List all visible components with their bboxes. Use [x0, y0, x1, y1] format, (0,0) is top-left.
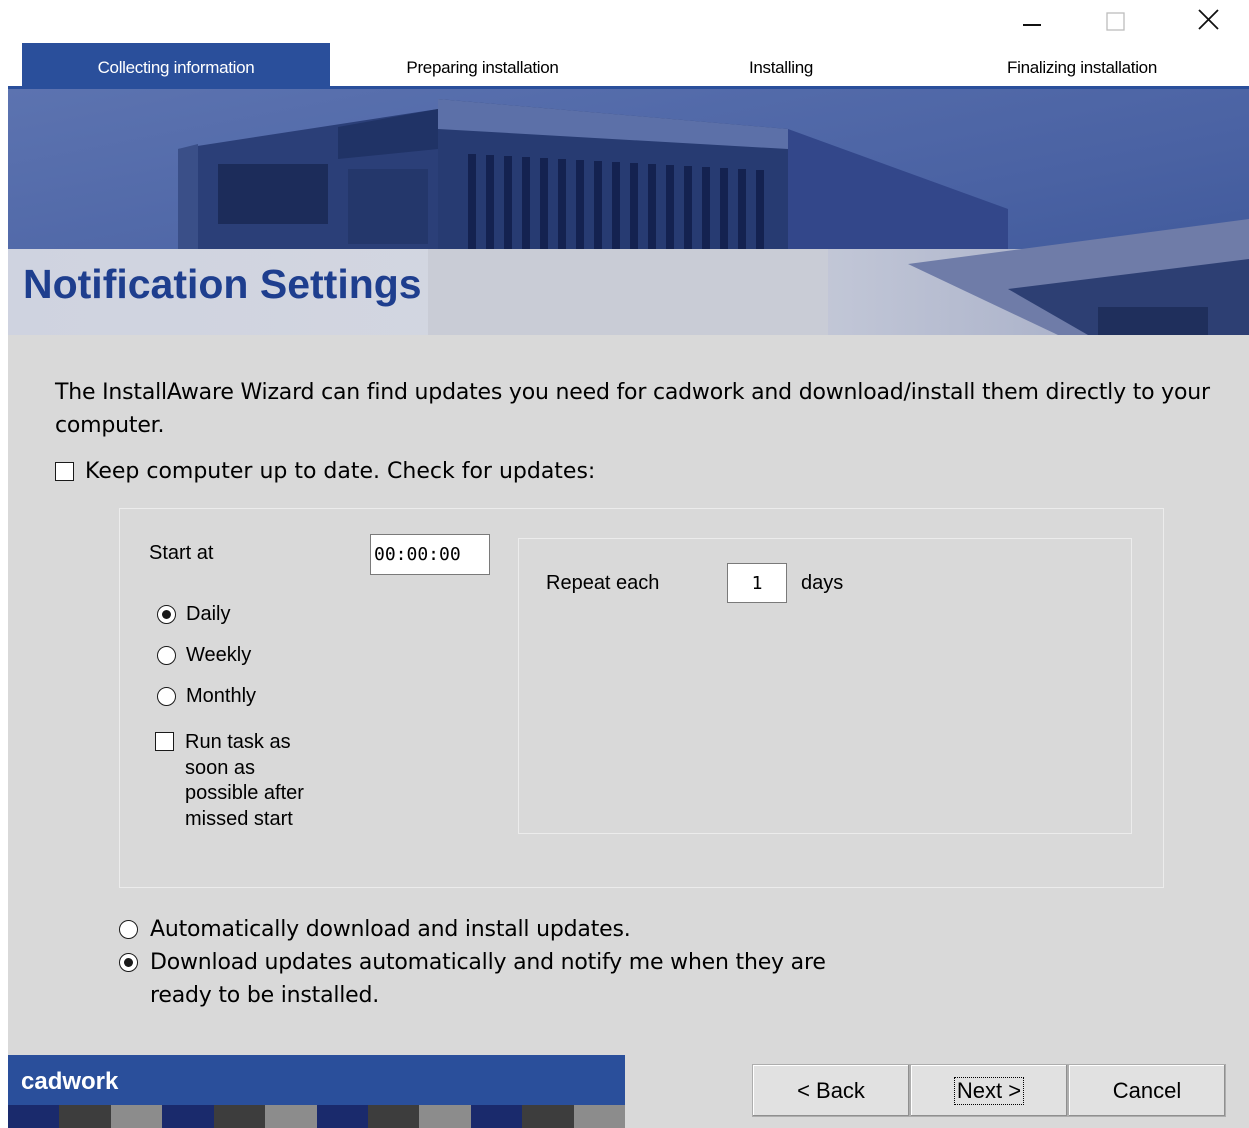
- step-preparing-installation: Preparing installation: [406, 58, 559, 77]
- run-missed-label: Run task as soon as possible after misse…: [185, 731, 304, 830]
- keep-updated-checkbox[interactable]: [55, 462, 74, 481]
- start-at-value: 00:00:00: [374, 544, 461, 565]
- cancel-button[interactable]: Cancel: [1068, 1064, 1226, 1117]
- title-bar: [0, 0, 1249, 43]
- frequency-daily-option[interactable]: Daily: [157, 603, 230, 626]
- maximize-icon: [1106, 12, 1125, 31]
- brand-stripe: [8, 1105, 626, 1128]
- days-label: days: [801, 572, 844, 594]
- minimize-icon: [1023, 24, 1041, 26]
- page-title: Notification Settings: [23, 261, 422, 307]
- keep-updated-label: Keep computer up to date. Check for upda…: [85, 459, 596, 484]
- repeat-each-label: Repeat each: [546, 572, 660, 594]
- close-icon: [1198, 9, 1219, 30]
- frequency-monthly-option[interactable]: Monthly: [157, 685, 256, 708]
- monthly-label: Monthly: [186, 685, 257, 707]
- close-button[interactable]: [1178, 0, 1238, 40]
- download-notify-option[interactable]: Download updates automatically and notif…: [119, 946, 870, 1012]
- minimize-button[interactable]: [1002, 0, 1062, 40]
- maximize-button[interactable]: [1086, 0, 1146, 40]
- auto-install-option[interactable]: Automatically download and install updat…: [119, 913, 631, 946]
- daily-label: Daily: [186, 603, 231, 625]
- monthly-radio[interactable]: [157, 687, 176, 706]
- wizard-panel: Notification Settings The InstallAware W…: [8, 89, 1249, 1128]
- download-notify-radio[interactable]: [119, 953, 138, 972]
- daily-radio[interactable]: [157, 605, 176, 624]
- auto-install-label: Automatically download and install updat…: [150, 917, 631, 942]
- back-label: < Back: [797, 1077, 865, 1103]
- back-button[interactable]: < Back: [752, 1064, 910, 1117]
- next-label: Next >: [953, 1076, 1025, 1105]
- keep-updated-option[interactable]: Keep computer up to date. Check for upda…: [55, 459, 595, 484]
- step-finalizing-installation: Finalizing installation: [1007, 58, 1157, 77]
- step-collecting-information: Collecting information: [22, 43, 330, 89]
- run-missed-checkbox[interactable]: [155, 732, 174, 751]
- brand-name: cadwork: [21, 1068, 119, 1095]
- page-description: The InstallAware Wizard can find updates…: [55, 380, 1210, 438]
- weekly-radio[interactable]: [157, 646, 176, 665]
- repeat-days-value: 1: [751, 572, 763, 594]
- start-at-label: Start at: [149, 542, 214, 564]
- cancel-label: Cancel: [1112, 1077, 1182, 1103]
- auto-install-radio[interactable]: [119, 920, 138, 939]
- brand-bar: cadwork: [8, 1055, 625, 1105]
- frequency-weekly-option[interactable]: Weekly: [157, 644, 251, 667]
- weekly-label: Weekly: [186, 644, 252, 666]
- step-installing: Installing: [748, 58, 814, 77]
- header-banner: Notification Settings: [8, 89, 1249, 335]
- run-missed-option[interactable]: Run task as soon as possible after misse…: [155, 730, 320, 832]
- repeat-days-input[interactable]: 1: [727, 563, 787, 603]
- start-at-time-input[interactable]: 00:00:00: [370, 534, 490, 575]
- next-button[interactable]: Next >: [910, 1064, 1068, 1117]
- download-notify-label: Download updates automatically and notif…: [150, 950, 826, 1008]
- wizard-steps: Collecting information Preparing install…: [0, 43, 1249, 89]
